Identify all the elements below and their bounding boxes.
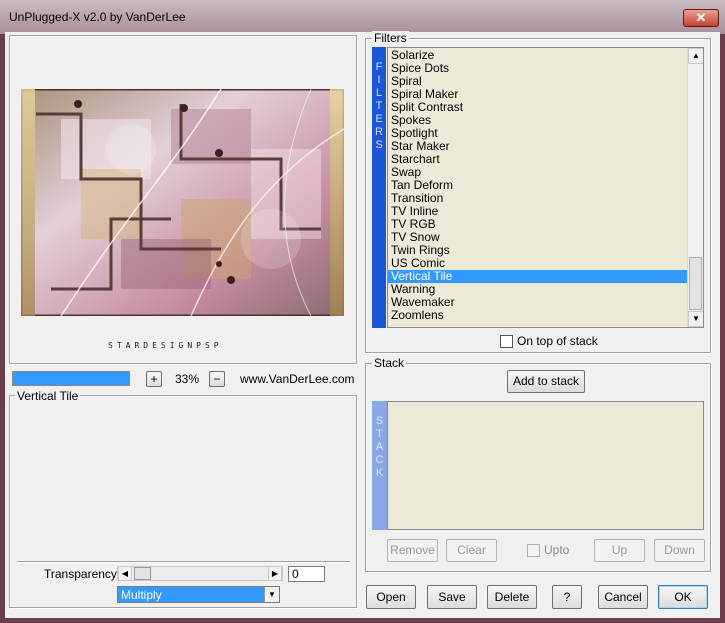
- save-button[interactable]: Save: [427, 585, 477, 609]
- upto-checkbox[interactable]: [527, 544, 540, 557]
- stack-side-label: STACK: [372, 401, 387, 530]
- filter-list-item[interactable]: Starchart: [388, 153, 687, 166]
- website-link[interactable]: www.VanDerLee.com: [240, 372, 355, 386]
- slider-thumb[interactable]: [134, 567, 151, 580]
- zoom-in-button[interactable]: +: [146, 371, 162, 387]
- scroll-down-arrow-icon[interactable]: ▼: [688, 311, 703, 327]
- preview-image[interactable]: [21, 89, 344, 316]
- filters-side-label: FILTERS: [372, 47, 386, 328]
- filter-list-item[interactable]: Zoomlens: [388, 309, 687, 322]
- transparency-value-input[interactable]: 0: [288, 566, 325, 582]
- on-top-checkbox[interactable]: [500, 335, 513, 348]
- scroll-thumb[interactable]: [689, 257, 702, 310]
- progress-bar: [12, 371, 130, 386]
- help-button[interactable]: ?: [552, 585, 582, 609]
- panel-divider: [17, 561, 350, 563]
- zoom-value: 33%: [175, 372, 200, 386]
- delete-button[interactable]: Delete: [487, 585, 537, 609]
- close-button[interactable]: ✕: [683, 9, 719, 27]
- preview-artwork: [21, 89, 344, 316]
- filter-list-item[interactable]: Spice Dots: [388, 62, 687, 75]
- slider-right-arrow-icon[interactable]: ▶: [268, 566, 282, 581]
- filters-side-text: FILTERS: [375, 61, 383, 151]
- clear-button[interactable]: Clear: [446, 539, 497, 562]
- transparency-slider[interactable]: ◀ ▶: [117, 566, 283, 581]
- down-button[interactable]: Down: [654, 539, 705, 562]
- preview-watermark: STARDESIGNPSP: [108, 341, 223, 350]
- transparency-label: Transparency: [44, 567, 117, 581]
- cancel-button[interactable]: Cancel: [598, 585, 648, 609]
- upto-label: Upto: [544, 543, 570, 557]
- scroll-up-arrow-icon[interactable]: ▲: [688, 48, 703, 64]
- dropdown-arrow-icon[interactable]: ▼: [264, 587, 279, 602]
- stack-list[interactable]: [387, 401, 704, 530]
- slider-left-arrow-icon[interactable]: ◀: [118, 566, 132, 581]
- progress-fill: [13, 372, 129, 385]
- on-top-label: On top of stack: [517, 334, 598, 348]
- stack-side-text: STACK: [375, 415, 384, 479]
- filters-scrollbar[interactable]: ▲ ▼: [687, 48, 703, 327]
- add-to-stack-button[interactable]: Add to stack: [507, 370, 585, 393]
- ok-button[interactable]: OK: [658, 585, 708, 609]
- open-button[interactable]: Open: [366, 585, 416, 609]
- stack-group-label: Stack: [372, 356, 407, 370]
- blend-mode-value: Multiply: [121, 588, 162, 602]
- window-title: UnPlugged-X v2.0 by VanDerLee: [9, 10, 186, 24]
- blend-mode-select[interactable]: Multiply ▼: [117, 586, 280, 603]
- up-button[interactable]: Up: [594, 539, 645, 562]
- filters-list[interactable]: Solarize Spice Dots Spiral Spiral Maker Spli…: [387, 47, 704, 328]
- remove-button[interactable]: Remove: [387, 539, 438, 562]
- zoom-out-button[interactable]: −: [209, 371, 225, 387]
- filter-settings-title: Vertical Tile: [15, 389, 81, 403]
- filters-group-label: Filters: [372, 31, 409, 45]
- filter-list-item[interactable]: Split Contrast: [388, 101, 687, 114]
